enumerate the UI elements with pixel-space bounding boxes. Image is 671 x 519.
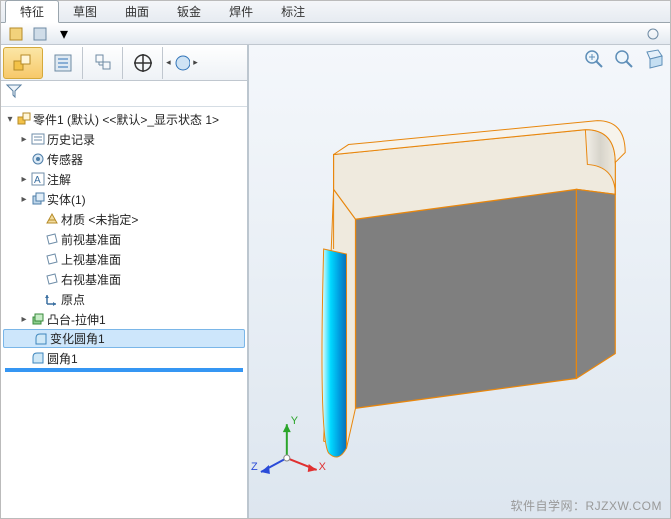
tree-item-label: 上视基准面 (61, 251, 121, 268)
panel-tab-more[interactable]: ◂ ▸ (163, 47, 201, 79)
tree-item-label: 前视基准面 (61, 231, 121, 248)
tree-item-label: 传感器 (47, 151, 83, 168)
toolbar-icon-1[interactable] (5, 25, 27, 43)
tree-item-label: 圆角1 (47, 350, 78, 367)
expander-icon[interactable]: ▸ (19, 194, 29, 205)
solid-body-icon (29, 192, 47, 206)
part-icon (15, 111, 33, 127)
tree-item-label: 变化圆角1 (50, 330, 105, 347)
viewport-3d[interactable]: Y X Z 软件自学网：RJZXW.COM (249, 45, 670, 518)
ribbon-tab-bar: 特征 草图 曲面 钣金 焊件 标注 (1, 1, 670, 23)
fillet-icon (32, 332, 50, 346)
origin-icon (43, 292, 61, 306)
panel-tab-config[interactable] (83, 47, 123, 79)
panel-tab-strip: ◂ ▸ (1, 45, 247, 81)
annotation-icon: A (29, 172, 47, 186)
axis-y-label: Y (291, 415, 299, 427)
panel-tab-feature-tree[interactable] (3, 47, 43, 79)
tree-item[interactable]: ▸ 历史记录 (1, 129, 247, 149)
model-render: Y X Z (249, 45, 670, 518)
tree-item-label: 材质 <未指定> (61, 211, 138, 228)
tree-item-label: 注解 (47, 171, 71, 188)
tree-item[interactable]: 传感器 (1, 149, 247, 169)
axis-z-label: Z (251, 461, 258, 473)
material-icon (43, 212, 61, 226)
tab-sheetmetal[interactable]: 钣金 (163, 1, 215, 22)
history-icon (29, 132, 47, 146)
tree-item[interactable]: 变化圆角1 (3, 329, 245, 348)
watermark: 软件自学网：RJZXW.COM (511, 497, 663, 514)
tab-weldment[interactable]: 焊件 (215, 1, 267, 22)
rollback-bar[interactable] (5, 368, 243, 372)
plane-icon (43, 272, 61, 286)
axis-x-label: X (319, 461, 327, 473)
tree-item[interactable]: 前视基准面 (1, 229, 247, 249)
tree-item-label: 实体(1) (47, 191, 86, 208)
tree-item[interactable]: 上视基准面 (1, 249, 247, 269)
funnel-icon[interactable] (5, 82, 23, 105)
tree-item-label: 原点 (61, 291, 85, 308)
fillet-icon (29, 351, 47, 365)
feature-manager-panel: ◂ ▸ ▾ 零件1 (默认) <<默认>_显示状态 1> ▸ 历史记录传感器 ▸ A注… (1, 45, 249, 518)
tab-sketch[interactable]: 草图 (59, 1, 111, 22)
plane-icon (43, 232, 61, 246)
expander-icon[interactable]: ▸ (19, 174, 29, 185)
tree-item[interactable]: 圆角1 (1, 348, 247, 368)
tab-feature[interactable]: 特征 (5, 0, 59, 23)
tree-root[interactable]: ▾ 零件1 (默认) <<默认>_显示状态 1> (1, 109, 247, 129)
sensor-icon (29, 152, 47, 166)
expander-icon[interactable]: ▸ (19, 134, 29, 145)
tree-item[interactable]: ▸ A 注解 (1, 169, 247, 189)
plane-icon (43, 252, 61, 266)
tree-item[interactable]: 右视基准面 (1, 269, 247, 289)
panel-tab-dimxpert[interactable] (123, 47, 163, 79)
toolbar-icon-right[interactable] (642, 25, 664, 43)
tree-item-label: 凸台-拉伸1 (47, 311, 106, 328)
extrude-icon (29, 312, 47, 326)
expander-icon[interactable]: ▾ (5, 114, 15, 125)
toolbar-dropdown-icon[interactable]: ▾ (53, 25, 75, 43)
tree-item[interactable]: 原点 (1, 289, 247, 309)
tree-item-label: 历史记录 (47, 131, 95, 148)
tree-item-label: 右视基准面 (61, 271, 121, 288)
tree-root-label: 零件1 (默认) <<默认>_显示状态 1> (33, 111, 219, 128)
toolbar-icon-2[interactable] (29, 25, 51, 43)
tab-surface[interactable]: 曲面 (111, 1, 163, 22)
tab-annotate[interactable]: 标注 (267, 1, 319, 22)
tree-item[interactable]: ▸ 凸台-拉伸1 (1, 309, 247, 329)
expander-icon[interactable]: ▸ (19, 314, 29, 325)
tree-item[interactable]: 材质 <未指定> (1, 209, 247, 229)
panel-tab-property[interactable] (43, 47, 83, 79)
svg-text:A: A (34, 175, 41, 186)
tree-item[interactable]: ▸ 实体(1) (1, 189, 247, 209)
panel-toolbar: ▾ (1, 23, 670, 45)
tree-filter-row (1, 81, 247, 107)
feature-tree[interactable]: ▾ 零件1 (默认) <<默认>_显示状态 1> ▸ 历史记录传感器 ▸ A 注解 ▸ 实体… (1, 107, 247, 518)
